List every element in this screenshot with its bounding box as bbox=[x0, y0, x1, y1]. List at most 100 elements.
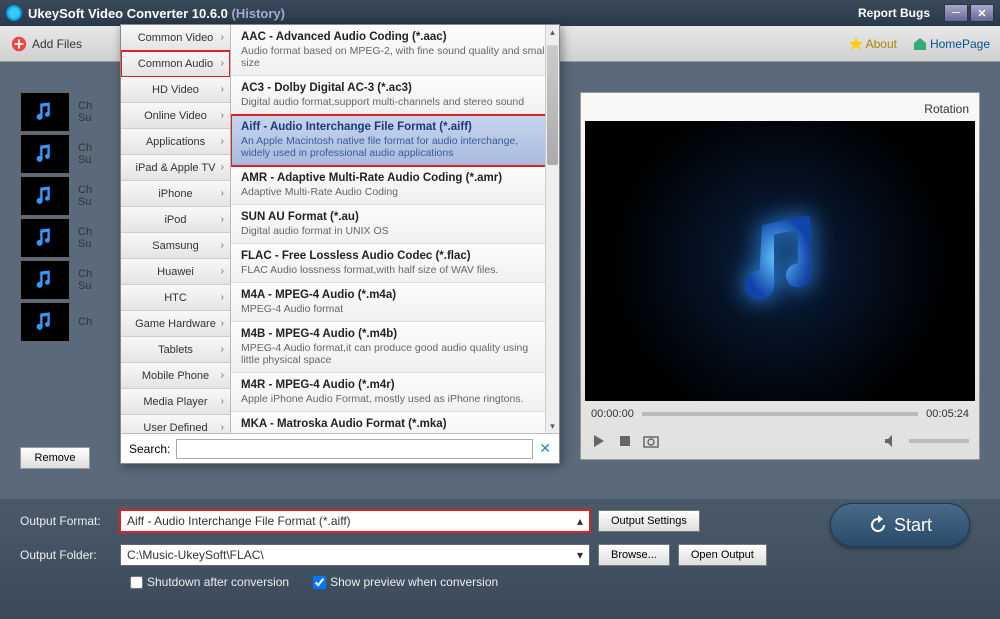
browse-button[interactable]: Browse... bbox=[598, 544, 670, 566]
add-files-button[interactable]: Add Files bbox=[10, 35, 82, 53]
category-label: Mobile Phone bbox=[142, 370, 209, 382]
about-link[interactable]: About bbox=[849, 37, 897, 51]
category-item[interactable]: Mobile Phone › bbox=[121, 363, 230, 389]
category-label: iPod bbox=[164, 214, 186, 226]
category-item[interactable]: Samsung› bbox=[121, 233, 230, 259]
category-label: Media Player bbox=[143, 396, 207, 408]
category-item[interactable]: iPhone › bbox=[121, 181, 230, 207]
search-input[interactable] bbox=[176, 439, 533, 459]
format-desc: MPEG-4 Audio format bbox=[241, 303, 549, 315]
start-button[interactable]: Start bbox=[830, 503, 970, 547]
category-label: Samsung bbox=[152, 240, 198, 252]
chevron-right-icon: › bbox=[221, 188, 224, 199]
category-label: User Defined bbox=[143, 422, 207, 434]
chevron-right-icon: › bbox=[221, 370, 224, 381]
show-preview-checkbox[interactable]: Show preview when conversion bbox=[313, 575, 498, 589]
category-item[interactable]: Game Hardware› bbox=[121, 311, 230, 337]
thumbnail bbox=[20, 218, 70, 258]
minimize-button[interactable]: ─ bbox=[944, 4, 968, 22]
format-item[interactable]: MKA - Matroska Audio Format (*.mka)Audio… bbox=[231, 412, 559, 433]
file-line1: Ch bbox=[78, 100, 92, 112]
bottom-panel: Output Format: Aiff - Audio Interchange … bbox=[0, 499, 1000, 619]
scrollbar[interactable]: ▴ ▾ bbox=[545, 25, 559, 433]
category-item[interactable]: User Defined› bbox=[121, 415, 230, 433]
file-line1: Ch bbox=[78, 316, 92, 328]
close-button[interactable]: ✕ bbox=[970, 4, 994, 22]
remove-button[interactable]: Remove bbox=[20, 447, 90, 469]
format-item[interactable]: AC3 - Dolby Digital AC-3 (*.ac3)Digital … bbox=[231, 76, 559, 115]
output-settings-button[interactable]: Output Settings bbox=[598, 510, 700, 532]
format-title: M4B - MPEG-4 Audio (*.m4b) bbox=[241, 328, 549, 340]
music-note-icon bbox=[720, 201, 840, 321]
play-icon[interactable] bbox=[591, 433, 607, 449]
output-format-label: Output Format: bbox=[20, 514, 120, 528]
format-item[interactable]: M4B - MPEG-4 Audio (*.m4b)MPEG-4 Audio f… bbox=[231, 322, 559, 373]
category-column: Common Video›Common Audio› HD Video › Onlin… bbox=[121, 25, 231, 433]
output-format-combobox[interactable]: Aiff - Audio Interchange File Format (*.… bbox=[120, 510, 590, 532]
category-item[interactable]: HTC› bbox=[121, 285, 230, 311]
chevron-right-icon: › bbox=[221, 84, 224, 95]
thumbnail bbox=[20, 260, 70, 300]
format-item[interactable]: FLAC - Free Lossless Audio Codec (*.flac… bbox=[231, 244, 559, 283]
category-item[interactable]: Applications› bbox=[121, 129, 230, 155]
format-desc: Apple iPhone Audio Format, mostly used a… bbox=[241, 393, 549, 405]
scroll-down-icon[interactable]: ▾ bbox=[546, 419, 559, 433]
homepage-link[interactable]: HomePage bbox=[913, 37, 990, 51]
show-preview-label: Show preview when conversion bbox=[330, 575, 498, 589]
volume-icon[interactable] bbox=[883, 433, 899, 449]
shutdown-label: Shutdown after conversion bbox=[147, 575, 289, 589]
format-item[interactable]: M4A - MPEG-4 Audio (*.m4a)MPEG-4 Audio f… bbox=[231, 283, 559, 322]
format-desc: An Apple Macintosh native file format fo… bbox=[241, 135, 549, 159]
scrollbar-thumb[interactable] bbox=[547, 45, 558, 165]
format-item[interactable]: AMR - Adaptive Multi-Rate Audio Coding (… bbox=[231, 166, 559, 205]
start-label: Start bbox=[894, 515, 932, 536]
category-item[interactable]: Huawei › bbox=[121, 259, 230, 285]
chevron-right-icon: › bbox=[221, 266, 224, 277]
chevron-right-icon: › bbox=[221, 32, 224, 43]
snapshot-icon[interactable] bbox=[643, 433, 659, 449]
stop-icon[interactable] bbox=[617, 433, 633, 449]
format-column: AAC - Advanced Audio Coding (*.aac)Audio… bbox=[231, 25, 559, 433]
scroll-up-icon[interactable]: ▴ bbox=[546, 25, 559, 39]
category-item[interactable]: Tablets› bbox=[121, 337, 230, 363]
preview-screen bbox=[585, 121, 975, 401]
category-label: HD Video bbox=[152, 84, 199, 96]
shutdown-checkbox-input[interactable] bbox=[130, 576, 143, 589]
format-desc: Digital audio format in UNIX OS bbox=[241, 225, 549, 237]
report-bugs-link[interactable]: Report Bugs bbox=[858, 6, 930, 20]
format-item[interactable]: SUN AU Format (*.au)Digital audio format… bbox=[231, 205, 559, 244]
chevron-right-icon: › bbox=[221, 344, 224, 355]
category-item[interactable]: iPad & Apple TV› bbox=[121, 155, 230, 181]
shutdown-checkbox[interactable]: Shutdown after conversion bbox=[130, 575, 289, 589]
format-desc: Adaptive Multi-Rate Audio Coding bbox=[241, 186, 549, 198]
volume-slider[interactable] bbox=[909, 439, 969, 443]
chevron-right-icon: › bbox=[221, 292, 224, 303]
output-folder-combobox[interactable]: C:\Music-UkeySoft\FLAC\ ▾ bbox=[120, 544, 590, 566]
file-line2: Su bbox=[78, 238, 92, 250]
show-preview-checkbox-input[interactable] bbox=[313, 576, 326, 589]
home-icon bbox=[913, 37, 927, 51]
category-item[interactable]: Media Player› bbox=[121, 389, 230, 415]
category-item[interactable]: iPod › bbox=[121, 207, 230, 233]
file-line2: Su bbox=[78, 154, 92, 166]
clear-search-icon[interactable]: ✕ bbox=[539, 440, 551, 457]
category-label: Huawei bbox=[157, 266, 194, 278]
chevron-right-icon: › bbox=[221, 136, 224, 147]
seek-slider[interactable] bbox=[642, 412, 918, 416]
search-label: Search: bbox=[129, 442, 170, 456]
rotation-label[interactable]: Rotation bbox=[924, 102, 969, 116]
format-title: Aiff - Audio Interchange File Format (*.… bbox=[241, 121, 549, 133]
format-item[interactable]: Aiff - Audio Interchange File Format (*.… bbox=[231, 115, 559, 166]
format-desc: FLAC Audio lossness format,with half siz… bbox=[241, 264, 549, 276]
category-item[interactable]: Common Video› bbox=[121, 25, 230, 51]
category-label: iPhone bbox=[158, 188, 192, 200]
category-item[interactable]: Online Video› bbox=[121, 103, 230, 129]
homepage-label: HomePage bbox=[930, 37, 990, 51]
category-item[interactable]: Common Audio› bbox=[121, 51, 230, 77]
format-item[interactable]: M4R - MPEG-4 Audio (*.m4r)Apple iPhone A… bbox=[231, 373, 559, 412]
chevron-right-icon: › bbox=[221, 214, 224, 225]
category-item[interactable]: HD Video › bbox=[121, 77, 230, 103]
open-output-button[interactable]: Open Output bbox=[678, 544, 767, 566]
chevron-right-icon: › bbox=[221, 318, 224, 329]
format-item[interactable]: AAC - Advanced Audio Coding (*.aac)Audio… bbox=[231, 25, 559, 76]
